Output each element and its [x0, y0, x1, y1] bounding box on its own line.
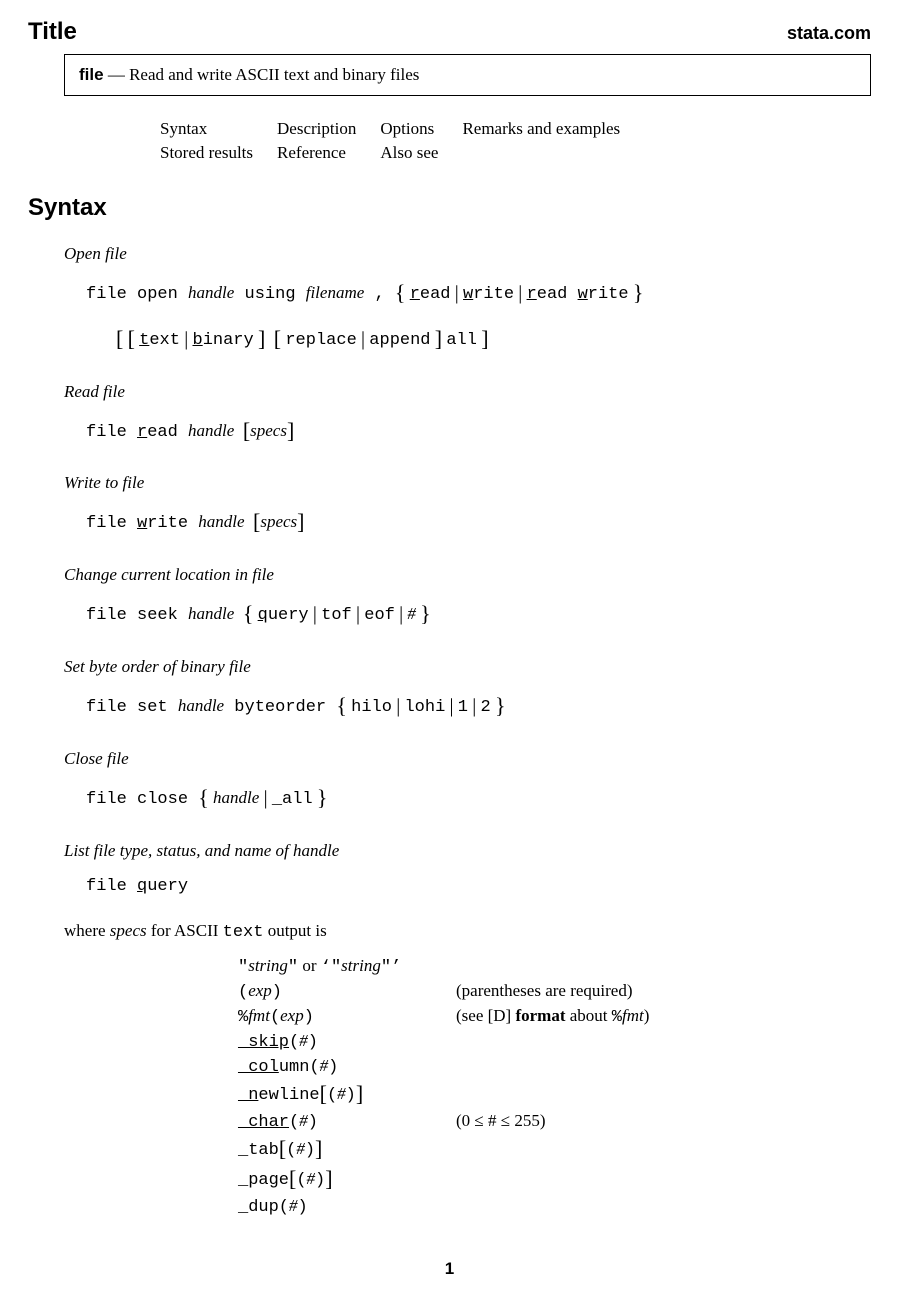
toc-stored-results[interactable]: Stored results	[160, 142, 275, 164]
toc-options[interactable]: Options	[380, 118, 460, 140]
page-number: 1	[28, 1259, 871, 1279]
syntax-read: file read handle [specs]	[86, 410, 871, 452]
syntax-close: file close { handle | _all }	[86, 777, 871, 819]
toc-description[interactable]: Description	[277, 118, 378, 140]
spec-row-newline: _newline[(#)]	[238, 1079, 667, 1109]
subhead-set: Set byte order of binary file	[64, 657, 871, 677]
subhead-write: Write to file	[64, 473, 871, 493]
subhead-read: Read file	[64, 382, 871, 402]
toc-remarks[interactable]: Remarks and examples	[462, 118, 642, 140]
syntax-open-line2: [ [ text | binary ] [ replace | append ]…	[116, 318, 871, 360]
header: Title stata.com	[28, 18, 871, 46]
spec-row-dup: _dup(#)	[238, 1194, 667, 1219]
syntax-set: file set handle byteorder { hilo | lohi …	[86, 685, 871, 727]
spec-row-char: _char(#) (0 ≤ # ≤ 255)	[238, 1109, 667, 1134]
subhead-open: Open file	[64, 244, 871, 264]
syntax-open: file open handle using filename , { read…	[86, 272, 871, 314]
title-box: file — Read and write ASCII text and bin…	[64, 54, 871, 96]
spec-row-page: _page[(#)]	[238, 1164, 667, 1194]
title-label: Title	[28, 18, 77, 46]
title-cmd: file	[79, 65, 104, 84]
spec-row-column: _column(#)	[238, 1054, 667, 1079]
toc-also-see[interactable]: Also see	[380, 142, 460, 164]
title-dash: —	[104, 65, 130, 84]
spec-row-skip: _skip(#)	[238, 1029, 667, 1054]
toc: Syntax Description Options Remarks and e…	[158, 116, 644, 166]
syntax-seek: file seek handle { query | tof | eof | #…	[86, 593, 871, 635]
spec-row-tab: _tab[(#)]	[238, 1134, 667, 1164]
toc-syntax[interactable]: Syntax	[160, 118, 275, 140]
subhead-close: Close file	[64, 749, 871, 769]
syntax-write: file write handle [specs]	[86, 501, 871, 543]
spec-row-fmt: %fmt(exp) (see [D] format about %fmt)	[238, 1004, 667, 1029]
where-intro: where specs for ASCII text output is	[64, 921, 871, 942]
subhead-seek: Change current location in file	[64, 565, 871, 585]
section-syntax: Syntax	[28, 194, 871, 222]
spec-row-string: "string" or ‘"string"’	[238, 954, 667, 979]
title-desc: Read and write ASCII text and binary fil…	[129, 65, 419, 84]
subhead-query: List file type, status, and name of hand…	[64, 841, 871, 861]
syntax-query: file query	[86, 869, 871, 903]
spec-row-exp: (exp) (parentheses are required)	[238, 979, 667, 1004]
toc-reference[interactable]: Reference	[277, 142, 378, 164]
site-link[interactable]: stata.com	[787, 23, 871, 44]
specs-table: "string" or ‘"string"’ (exp) (parenthese…	[238, 954, 667, 1219]
